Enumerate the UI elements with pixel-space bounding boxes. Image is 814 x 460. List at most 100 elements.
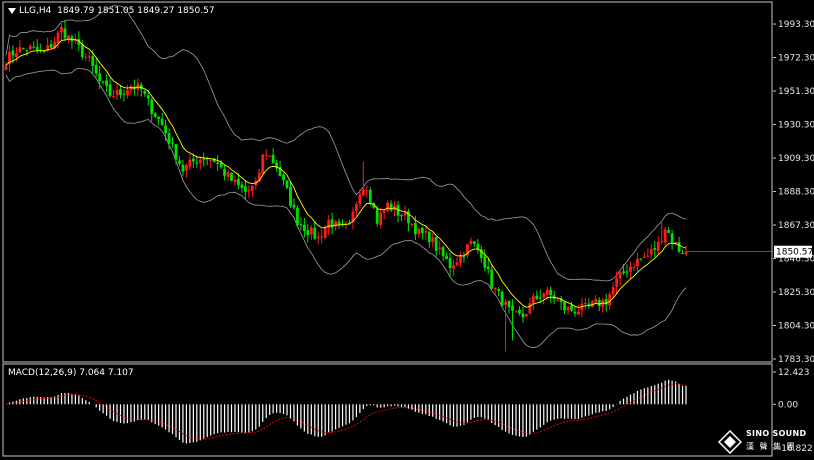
candle-body bbox=[400, 215, 403, 217]
candle-body bbox=[570, 305, 573, 311]
candle-body bbox=[358, 194, 362, 204]
candle-body bbox=[25, 50, 29, 52]
candle-body bbox=[18, 47, 22, 53]
candle-body bbox=[174, 144, 178, 160]
candle-body bbox=[677, 241, 681, 252]
candle-body bbox=[660, 241, 664, 243]
candle-body bbox=[247, 189, 251, 192]
candle-body bbox=[452, 265, 455, 269]
candle-body bbox=[337, 221, 341, 225]
price-tick-label: 1867.30 bbox=[778, 221, 814, 231]
macd-tick-label: 0.00 bbox=[778, 400, 798, 410]
candle-body bbox=[32, 46, 36, 48]
candle-body bbox=[108, 84, 112, 97]
price-tick-label: 1783.30 bbox=[778, 355, 814, 365]
price-chart[interactable]: 1993.30 1972.30 1951.30 1930.30 1909.30 1888.… bbox=[0, 0, 814, 460]
candle-body bbox=[431, 237, 435, 242]
candle-body bbox=[355, 204, 358, 212]
candle-body bbox=[615, 278, 619, 287]
candle-body bbox=[417, 228, 421, 235]
candle-body bbox=[646, 255, 650, 257]
candle-body bbox=[84, 56, 88, 58]
candle-body bbox=[202, 158, 206, 160]
candle-body bbox=[216, 162, 220, 165]
candle-body bbox=[459, 255, 462, 264]
candle-body bbox=[583, 302, 587, 304]
candle-body bbox=[639, 258, 643, 260]
candle-body bbox=[629, 266, 632, 272]
candle-body bbox=[531, 296, 535, 304]
price-tick-label: 1930.30 bbox=[778, 121, 814, 131]
candle-body bbox=[157, 116, 161, 120]
candle-body bbox=[292, 204, 296, 208]
candle-body bbox=[264, 154, 268, 156]
price-tick-label: 1909.30 bbox=[778, 154, 814, 164]
watermark-logo: SINO SOUND 漢 聲 集 團 bbox=[718, 427, 810, 457]
candle-body bbox=[670, 233, 674, 244]
candle-body bbox=[153, 113, 157, 117]
candle-body bbox=[271, 154, 275, 164]
candle-body bbox=[403, 212, 407, 216]
candle-body bbox=[511, 305, 514, 311]
candle-body bbox=[146, 95, 150, 99]
candle-body bbox=[434, 236, 438, 251]
candle-body bbox=[313, 227, 317, 239]
candle-body bbox=[413, 222, 417, 235]
candle-body bbox=[63, 28, 67, 39]
candle-body bbox=[226, 172, 230, 177]
candle-body bbox=[448, 257, 452, 268]
candle-body bbox=[566, 306, 570, 311]
candle-body bbox=[611, 287, 615, 295]
bollinger-upper-band bbox=[5, 5, 687, 282]
candle-body bbox=[296, 207, 299, 226]
candle-body bbox=[167, 133, 171, 144]
candle-body bbox=[323, 227, 327, 238]
candle-body bbox=[493, 287, 497, 290]
candle-body bbox=[87, 56, 91, 58]
candle-body bbox=[178, 160, 181, 164]
candle-body bbox=[445, 255, 449, 260]
candle-body bbox=[11, 50, 15, 56]
candle-body bbox=[126, 90, 129, 96]
candle-body bbox=[105, 80, 109, 86]
candle-body bbox=[4, 65, 8, 70]
candle-body bbox=[663, 229, 667, 243]
candle-body bbox=[164, 125, 167, 134]
price-pane-frame bbox=[2, 1, 773, 363]
candle-body bbox=[143, 90, 147, 94]
candle-body bbox=[361, 190, 365, 196]
macd-pane-frame bbox=[2, 363, 773, 457]
candle-body bbox=[542, 293, 546, 298]
candle-body bbox=[486, 266, 490, 270]
diamond-logo-icon bbox=[718, 430, 742, 454]
candle-body bbox=[410, 224, 414, 226]
candle-body bbox=[462, 256, 466, 258]
candle-body bbox=[625, 271, 629, 273]
candle-body bbox=[681, 252, 684, 254]
candle-body bbox=[365, 190, 369, 192]
candle-body bbox=[56, 32, 60, 44]
price-tick-label: 1993.30 bbox=[778, 20, 814, 30]
candle-body bbox=[191, 158, 195, 162]
candle-body bbox=[240, 184, 244, 188]
candle-body bbox=[171, 142, 174, 144]
candle-body bbox=[667, 229, 671, 234]
candle-body bbox=[160, 118, 164, 125]
candle-body bbox=[438, 247, 442, 250]
candle-body bbox=[684, 251, 688, 255]
price-tick-label: 1825.30 bbox=[778, 288, 814, 298]
watermark-chinese: 漢 聲 集 團 bbox=[746, 442, 797, 451]
candle-body bbox=[389, 203, 393, 211]
candle-body bbox=[490, 269, 494, 289]
candle-body bbox=[497, 288, 501, 291]
candle-body bbox=[327, 219, 331, 229]
candle-body bbox=[243, 186, 247, 192]
candle-body bbox=[382, 210, 386, 213]
candle-body bbox=[98, 73, 102, 82]
candle-body bbox=[507, 300, 511, 308]
candle-body bbox=[441, 247, 445, 257]
candle-body bbox=[261, 154, 265, 174]
candle-body bbox=[500, 291, 504, 306]
candle-body bbox=[309, 227, 313, 235]
candle-body bbox=[375, 209, 379, 224]
